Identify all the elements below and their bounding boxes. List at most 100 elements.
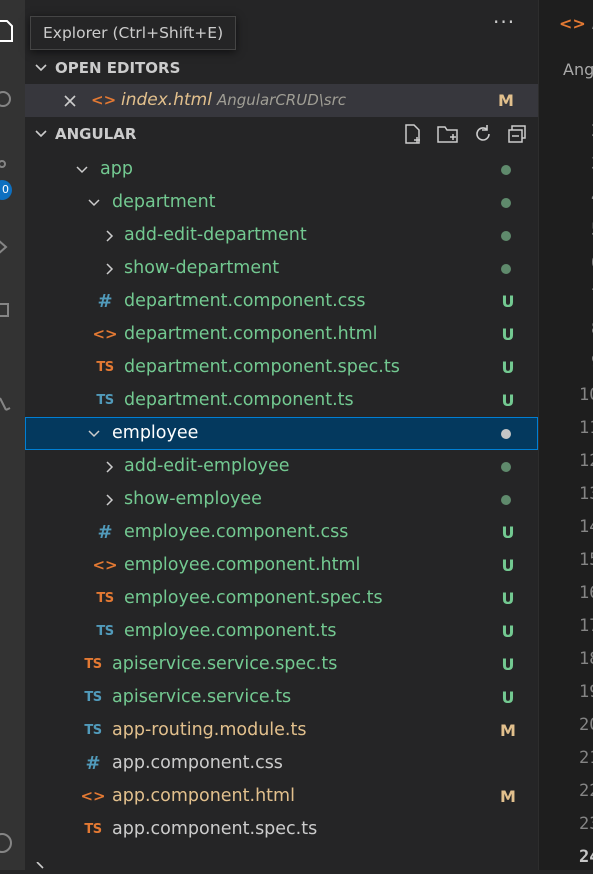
explorer-sidebar: ··· OPEN EDITORS <> index.html AngularCR… (25, 0, 538, 870)
git-status-dot (501, 198, 511, 208)
file-row-app-routing-module-ts[interactable]: TS app-routing.module.ts M (25, 714, 538, 747)
close-icon[interactable] (63, 84, 77, 117)
ts-spec-file-icon: TS (96, 591, 114, 606)
git-status-dot (501, 165, 511, 175)
timeline-header-peek (25, 858, 538, 870)
tree-item-label: add-edit-employee (124, 456, 290, 476)
tree-item-label: app (100, 159, 133, 179)
testing-icon[interactable] (0, 392, 18, 418)
git-status-badge: U (501, 688, 515, 707)
git-status-badge: M (500, 787, 516, 806)
chevron-right-icon[interactable] (103, 252, 117, 285)
chevron-right-icon[interactable] (103, 450, 117, 483)
chevron-right-icon[interactable] (103, 219, 117, 252)
line-number: 10 (579, 385, 593, 405)
run-debug-icon[interactable] (0, 234, 18, 260)
file-row-employee-component-ts[interactable]: TS employee.component.ts U (25, 615, 538, 648)
folder-row-app[interactable]: app (25, 153, 538, 186)
folder-row-show-employee[interactable]: show-employee (25, 483, 538, 516)
chevron-down-icon[interactable] (87, 417, 101, 450)
file-row-app-component-html[interactable]: <> app.component.html M (25, 780, 538, 813)
open-editor-item[interactable]: <> index.html AngularCRUD\src M (25, 84, 538, 117)
line-number: 12 (579, 451, 593, 471)
tree-item-label: add-edit-department (124, 225, 307, 245)
ts-spec-file-icon: TS (84, 822, 102, 837)
tree-item-label: apiservice.service.ts (112, 687, 292, 707)
account-icon[interactable] (0, 830, 18, 856)
ts-spec-file-icon: TS (84, 657, 102, 672)
tree-item-label: app.component.spec.ts (112, 819, 318, 839)
css-file-icon: # (97, 291, 113, 312)
open-editor-status: M (498, 91, 514, 110)
git-status-dot (501, 495, 511, 505)
line-number: 20 (579, 715, 593, 735)
git-status-badge: U (501, 358, 515, 377)
file-row-department-component-ts[interactable]: TS department.component.ts U (25, 384, 538, 417)
breadcrumb[interactable]: Angu (563, 60, 593, 79)
file-row-department-component-css[interactable]: # department.component.css U (25, 285, 538, 318)
git-status-badge: U (501, 589, 515, 608)
collapse-all-icon[interactable] (506, 123, 528, 145)
file-row-employee-component-spec-ts[interactable]: TS employee.component.spec.ts U (25, 582, 538, 615)
line-number: 14 (579, 517, 593, 537)
file-row-app-component-css[interactable]: # app.component.css (25, 747, 538, 780)
ts-file-icon: TS (96, 624, 114, 639)
editor-area: <>i Angu 1234567891011121314151617181920… (538, 0, 593, 870)
chevron-down-icon[interactable] (75, 153, 89, 186)
activity-bar: 0 (0, 0, 25, 870)
folder-row-add-edit-employee[interactable]: add-edit-employee (25, 450, 538, 483)
workspace-title: ANGULAR (55, 125, 137, 143)
git-status-badge: U (501, 292, 515, 311)
search-icon[interactable] (0, 88, 18, 114)
file-row-department-component-html[interactable]: <> department.component.html U (25, 318, 538, 351)
git-status-dot (501, 462, 511, 472)
open-editors-header[interactable]: OPEN EDITORS (25, 53, 538, 83)
open-editors-title: OPEN EDITORS (55, 59, 181, 77)
chevron-right-icon[interactable] (103, 483, 117, 516)
git-status-badge: U (501, 523, 515, 542)
file-row-department-component-spec-ts[interactable]: TS department.component.spec.ts U (25, 351, 538, 384)
file-row-apiservice-service-spec-ts[interactable]: TS apiservice.service.spec.ts U (25, 648, 538, 681)
ts-file-icon: TS (84, 723, 102, 738)
tree-item-label: app-routing.module.ts (112, 720, 307, 740)
git-status-dot (501, 264, 511, 274)
folder-row-add-edit-department[interactable]: add-edit-department (25, 219, 538, 252)
git-status-badge: M (500, 721, 516, 740)
line-number: 24 (579, 847, 593, 867)
ts-spec-file-icon: TS (96, 360, 114, 375)
explorer-icon[interactable] (0, 18, 18, 44)
line-number: 18 (579, 649, 593, 669)
more-actions-button[interactable]: ··· (493, 10, 515, 34)
html-file-icon: <> (92, 556, 118, 574)
file-row-app-component-spec-ts[interactable]: TS app.component.spec.ts (25, 813, 538, 846)
line-number: 21 (579, 748, 593, 768)
tree-item-label: apiservice.service.spec.ts (112, 654, 338, 674)
html-file-icon: <> (91, 91, 117, 109)
tree-item-label: app.component.html (112, 786, 295, 806)
tree-item-label: show-employee (124, 489, 262, 509)
new-folder-icon[interactable] (436, 123, 460, 145)
line-number: 19 (579, 682, 593, 702)
chevron-down-icon (33, 119, 49, 149)
line-number: 13 (579, 484, 593, 504)
line-number: 17 (579, 616, 593, 636)
open-editor-filename: index.html (121, 90, 212, 110)
extensions-icon[interactable] (0, 298, 18, 324)
git-status-badge: U (501, 655, 515, 674)
file-row-apiservice-service-ts[interactable]: TS apiservice.service.ts U (25, 681, 538, 714)
folder-row-department[interactable]: department (25, 186, 538, 219)
folder-row-employee[interactable]: employee (25, 417, 538, 450)
tree-item-label: employee.component.css (124, 522, 349, 542)
new-file-icon[interactable] (402, 123, 424, 145)
file-row-employee-component-html[interactable]: <> employee.component.html U (25, 549, 538, 582)
workspace-header[interactable]: ANGULAR (25, 119, 538, 149)
chevron-down-icon[interactable] (87, 186, 101, 219)
tree-item-label: show-department (124, 258, 280, 278)
editor-tab[interactable]: <>i (559, 14, 593, 36)
line-number: 16 (579, 583, 593, 603)
folder-row-show-department[interactable]: show-department (25, 252, 538, 285)
file-row-employee-component-css[interactable]: # employee.component.css U (25, 516, 538, 549)
tree-item-label: department.component.spec.ts (124, 357, 400, 377)
refresh-icon[interactable] (472, 123, 494, 145)
git-status-dot (501, 231, 511, 241)
